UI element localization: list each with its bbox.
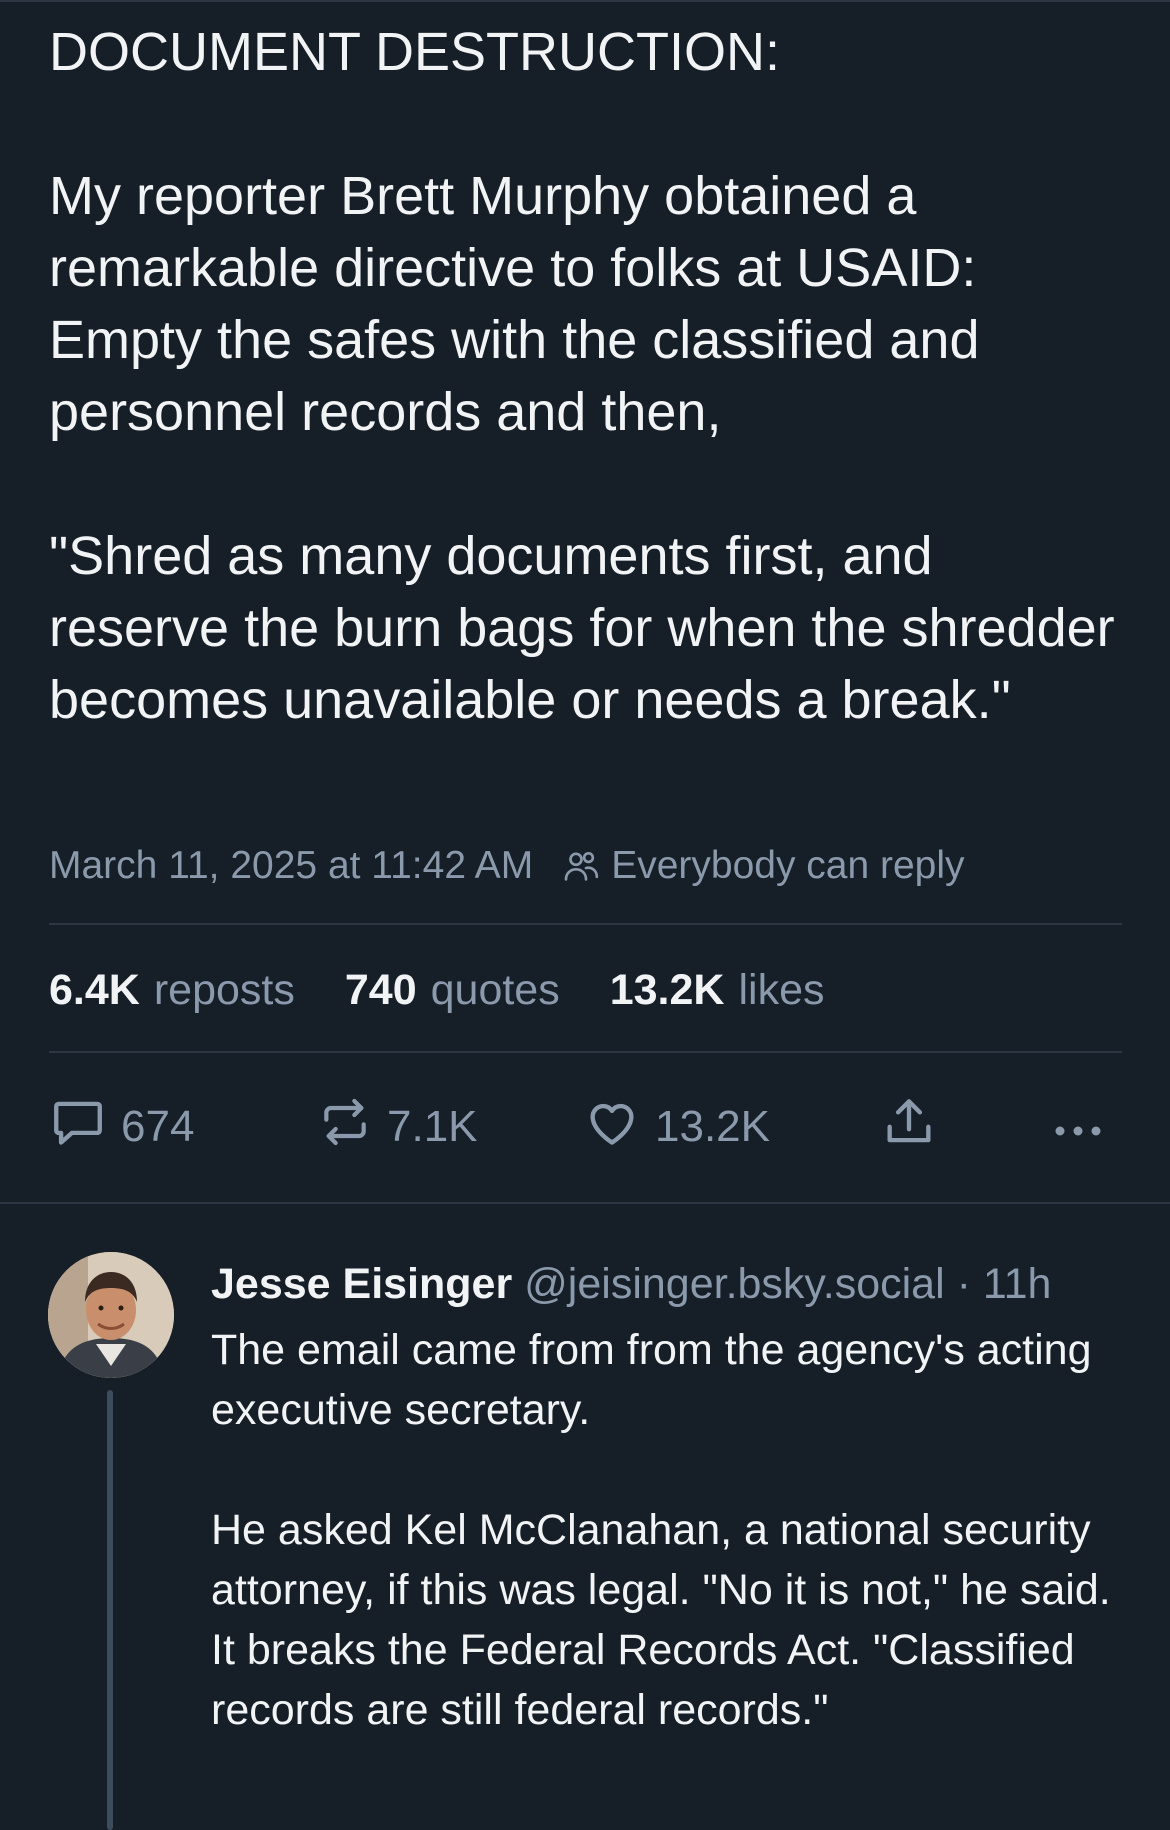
share-icon: [880, 1093, 952, 1162]
post-timestamp: March 11, 2025 at 11:42 AM: [49, 844, 534, 887]
author-handle[interactable]: @jeisinger.bsky.social: [524, 1260, 944, 1308]
stats-bottom-divider: [49, 1051, 1122, 1053]
reposts-stat[interactable]: 6.4K reposts: [49, 966, 295, 1015]
more-icon: [1050, 1102, 1124, 1152]
stats-top-divider: [49, 923, 1122, 925]
action-bar: 674 7.1K 13.2K: [49, 1092, 1122, 1162]
reply-count: 674: [121, 1102, 195, 1151]
author-name[interactable]: Jesse Eisinger: [211, 1260, 512, 1308]
reply-button[interactable]: 674: [49, 1092, 194, 1162]
likes-stat[interactable]: 13.2K likes: [610, 966, 825, 1015]
more-button[interactable]: [1050, 1092, 1124, 1162]
repost-button[interactable]: 7.1K: [317, 1092, 478, 1162]
likes-count: 13.2K: [609, 965, 725, 1014]
post-text: DOCUMENT DESTRUCTION: My reporter Brett …: [49, 22, 1115, 730]
avatar[interactable]: [48, 1252, 174, 1378]
reply-text: The email came from from the agency's ac…: [211, 1326, 1111, 1734]
top-divider: [0, 0, 1170, 2]
reply-time: 11h: [982, 1260, 1052, 1308]
repost-icon: [317, 1094, 387, 1161]
quotes-label: quotes: [430, 965, 560, 1014]
likes-label: likes: [738, 965, 825, 1014]
header-separator: ·: [944, 1260, 983, 1308]
engagement-stats: 6.4K reposts 740 quotes 13.2K likes: [49, 960, 875, 1020]
reposts-label: reposts: [153, 965, 295, 1014]
repost-count: 7.1K: [387, 1102, 478, 1151]
heart-icon: [583, 1093, 655, 1162]
reply-post[interactable]: Jesse Eisinger @jeisinger.bsky.social · …: [0, 1204, 1170, 1830]
like-count: 13.2K: [655, 1102, 770, 1151]
reply-setting[interactable]: Everybody can reply: [611, 844, 964, 888]
people-icon: [561, 846, 601, 886]
post-meta: March 11, 2025 at 11:42 AM Everybody can…: [49, 838, 965, 894]
reposts-count: 6.4K: [49, 965, 140, 1014]
thread-line: [107, 1390, 113, 1830]
like-button[interactable]: 13.2K: [583, 1092, 770, 1162]
quotes-count: 740: [344, 965, 417, 1014]
reply-header: Jesse Eisinger @jeisinger.bsky.social · …: [211, 1254, 1051, 1314]
share-button[interactable]: [880, 1092, 952, 1162]
comment-icon: [49, 1093, 121, 1162]
quotes-stat[interactable]: 740 quotes: [345, 966, 560, 1015]
